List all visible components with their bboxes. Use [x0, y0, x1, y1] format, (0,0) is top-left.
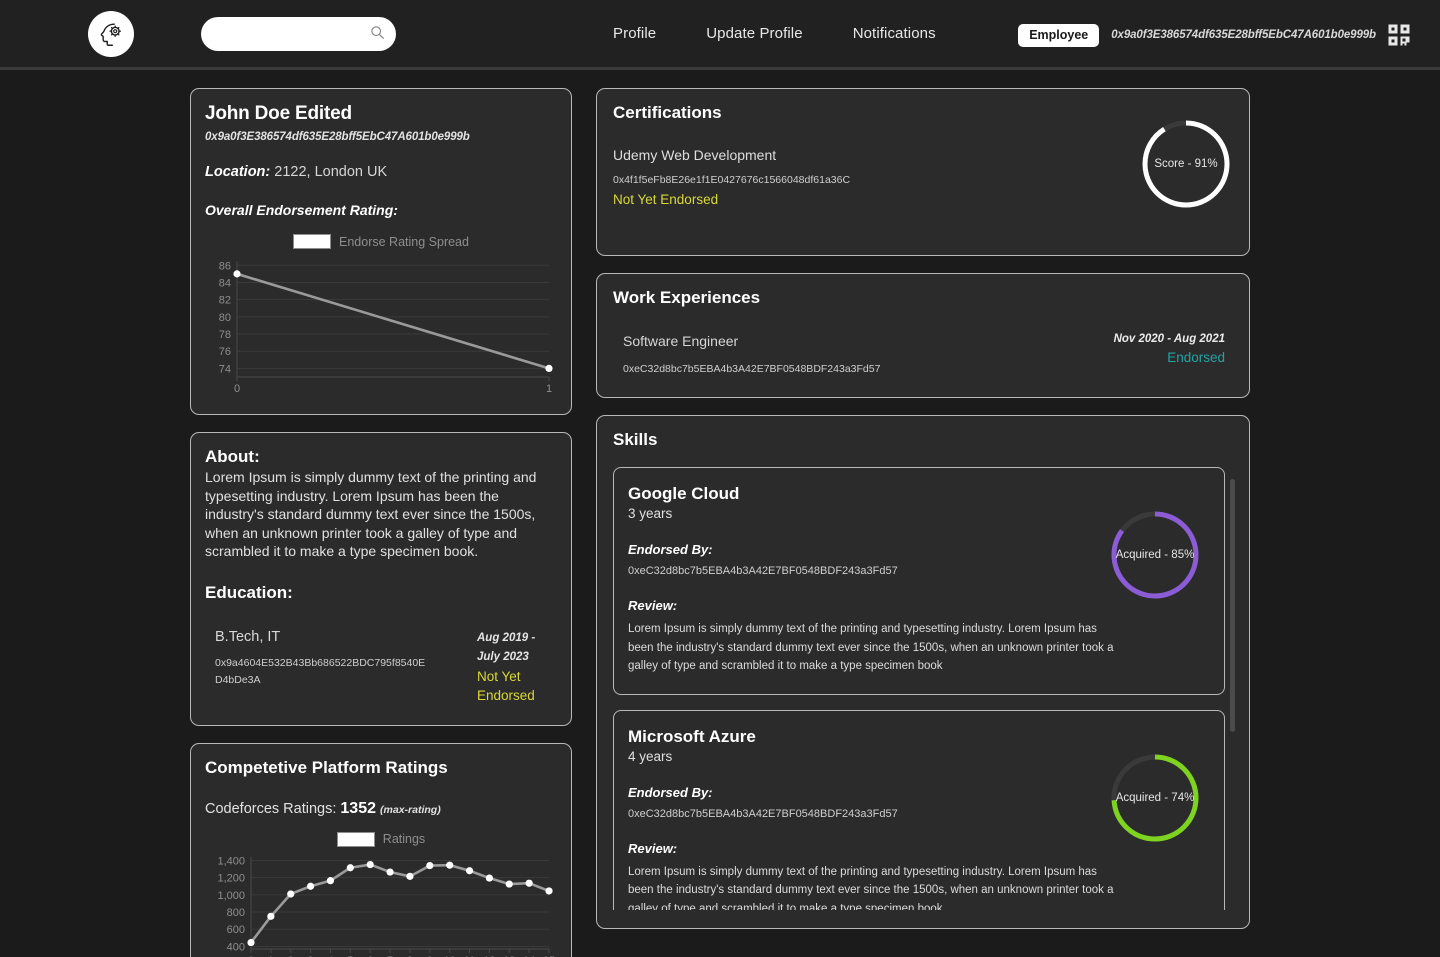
nav-item-notifications[interactable]: Notifications — [853, 25, 936, 42]
education-hash: 0x9a4604E532B43Bb686522BDC795f8540ED4bDe… — [215, 656, 426, 686]
legend-swatch — [293, 234, 332, 249]
endorsement-chart-legend: Endorse Rating Spread — [205, 234, 557, 249]
qr-code-icon[interactable] — [1388, 24, 1410, 46]
svg-text:82: 82 — [219, 295, 231, 307]
work-experiences-card: Work Experiences Software Engineer 0xeC3… — [596, 273, 1250, 398]
profile-name: John Doe Edited — [205, 103, 352, 124]
head-gear-icon — [100, 22, 121, 46]
education-status-badge: Not Yet Endorsed — [477, 668, 535, 703]
search-container[interactable] — [201, 16, 396, 51]
main-navigation: Profile Update Profile Notifications — [613, 25, 936, 42]
page-body: John Doe Edited 0x9a0f3E386574df635E28bf… — [0, 70, 1440, 957]
svg-text:0: 0 — [234, 383, 240, 395]
education-details: B.Tech, IT 0x9a4604E532B43Bb686522BDC795… — [215, 629, 467, 705]
education-meta: Aug 2019 - July 2023 Not Yet Endorsed — [477, 629, 549, 705]
score-ring-label: Score - 91% — [1154, 158, 1218, 170]
education-date: Aug 2019 - July 2023 — [477, 631, 536, 663]
svg-text:76: 76 — [219, 346, 231, 358]
work-heading: Work Experiences — [613, 288, 761, 307]
svg-text:1,200: 1,200 — [217, 873, 245, 885]
education-row: B.Tech, IT 0x9a4604E532B43Bb686522BDC795… — [205, 629, 557, 705]
codeforces-value: 1352 — [340, 799, 376, 817]
certifications-card: Certifications Udemy Web Development 0x4… — [596, 88, 1250, 256]
certification-score-ring: Score - 91% — [1139, 117, 1233, 211]
competitive-heading: Competetive Platform Ratings — [205, 757, 448, 777]
skill-name: Google Cloud — [628, 484, 740, 503]
work-hash: 0xeC32d8bc7b5EBA4b3A42E7BF0548BDF243a3Fd… — [623, 363, 881, 375]
search-input[interactable] — [201, 16, 396, 51]
svg-text:84: 84 — [219, 277, 231, 289]
skill-acquired-ring: Acquired - 85% — [1108, 508, 1202, 602]
skill-review-text: Lorem Ipsum is simply dummy text of the … — [628, 865, 1114, 911]
endorsement-rating-label: Overall Endorsement Rating: — [205, 202, 398, 218]
skills-card: Skills Google Cloud 3 years Endorsed By:… — [596, 415, 1250, 929]
skill-review-text: Lorem Ipsum is simply dummy text of the … — [628, 623, 1114, 672]
svg-text:80: 80 — [219, 312, 231, 324]
education-degree: B.Tech, IT — [215, 628, 281, 645]
about-text: Lorem Ipsum is simply dummy text of the … — [205, 469, 537, 560]
nav-item-update-profile[interactable]: Update Profile — [706, 25, 802, 42]
legend-label: Ratings — [382, 832, 426, 847]
svg-text:86: 86 — [219, 260, 231, 272]
svg-text:1,400: 1,400 — [217, 855, 245, 867]
svg-text:400: 400 — [227, 941, 245, 953]
profile-location: Location: 2122, London UK — [205, 164, 557, 180]
svg-text:74: 74 — [219, 363, 231, 375]
acquired-ring-label: Acquired - 85% — [1115, 549, 1195, 561]
profile-location-value: 2122, London UK — [274, 164, 388, 180]
svg-text:800: 800 — [227, 907, 245, 919]
about-card: About: Lorem Ipsum is simply dummy text … — [190, 432, 572, 726]
work-status-badge: Endorsed — [1167, 350, 1225, 365]
ratings-chart-legend: Ratings — [205, 831, 557, 847]
role-badge: Employee — [1018, 23, 1100, 47]
header-account-area: Employee 0x9a0f3E386574df635E28bff5EbC47… — [1018, 0, 1410, 70]
nav-item-profile[interactable]: Profile — [613, 25, 656, 42]
skill-acquired-ring: Acquired - 74% — [1108, 751, 1202, 845]
content-columns: John Doe Edited 0x9a0f3E386574df635E28bf… — [0, 80, 1440, 957]
skills-scroll-area[interactable]: Google Cloud 3 years Endorsed By: 0xeC32… — [613, 467, 1237, 910]
skills-scrollbar-thumb[interactable] — [1230, 479, 1235, 732]
skill-card[interactable]: Microsoft Azure 4 years Endorsed By: 0xe… — [613, 709, 1225, 911]
work-row: Software Engineer 0xeC32d8bc7b5EBA4b3A42… — [613, 333, 1233, 375]
codeforces-rating-line: Codeforces Ratings: 1352 (max-rating) — [205, 800, 557, 818]
acquired-ring-label: Acquired - 74% — [1115, 791, 1195, 804]
work-date: Nov 2020 - Aug 2021 — [1113, 333, 1225, 345]
skills-heading: Skills — [613, 430, 658, 449]
codeforces-ratings-chart: 4006008001,0001,2001,4000123456789101112… — [205, 851, 557, 957]
svg-text:78: 78 — [219, 329, 231, 341]
work-title: Software Engineer — [623, 333, 739, 349]
work-details: Software Engineer 0xeC32d8bc7b5EBA4b3A42… — [623, 333, 880, 375]
header-wallet-address: 0x9a0f3E386574df635E28bff5EbC47A601b0e99… — [1111, 29, 1376, 41]
profile-wallet-address: 0x9a0f3E386574df635E28bff5EbC47A601b0e99… — [205, 131, 470, 143]
codeforces-label: Codeforces Ratings: — [205, 800, 337, 817]
legend-label: Endorse Rating Spread — [339, 234, 469, 249]
legend-swatch — [336, 831, 375, 847]
endorsement-chart-svg: 74 76 78 80 82 84 86 0 1 — [219, 260, 553, 395]
skill-card[interactable]: Google Cloud 3 years Endorsed By: 0xeC32… — [613, 467, 1225, 695]
right-column: Certifications Udemy Web Development 0x4… — [596, 88, 1250, 946]
endorsement-rating-chart: 74 76 78 80 82 84 86 0 1 — [205, 253, 557, 406]
svg-text:600: 600 — [227, 924, 245, 936]
svg-text:1,000: 1,000 — [217, 890, 245, 902]
skill-name: Microsoft Azure — [628, 726, 756, 746]
competitive-ratings-card: Competetive Platform Ratings Codeforces … — [190, 742, 572, 957]
app-logo[interactable] — [88, 10, 134, 57]
about-heading: About: — [205, 447, 260, 466]
profile-card: John Doe Edited 0x9a0f3E386574df635E28bf… — [190, 88, 572, 415]
profile-location-label: Location: — [205, 164, 271, 180]
education-heading: Education: — [205, 582, 293, 602]
app-header: Profile Update Profile Notifications Emp… — [0, 0, 1440, 70]
work-meta: Nov 2020 - Aug 2021 Endorsed — [1114, 333, 1225, 367]
left-column: John Doe Edited 0x9a0f3E386574df635E28bf… — [190, 88, 572, 957]
codeforces-note: (max-rating) — [380, 803, 441, 816]
svg-text:1: 1 — [546, 383, 552, 395]
ratings-chart-svg: 4006008001,0001,2001,4000123456789101112… — [217, 855, 555, 957]
